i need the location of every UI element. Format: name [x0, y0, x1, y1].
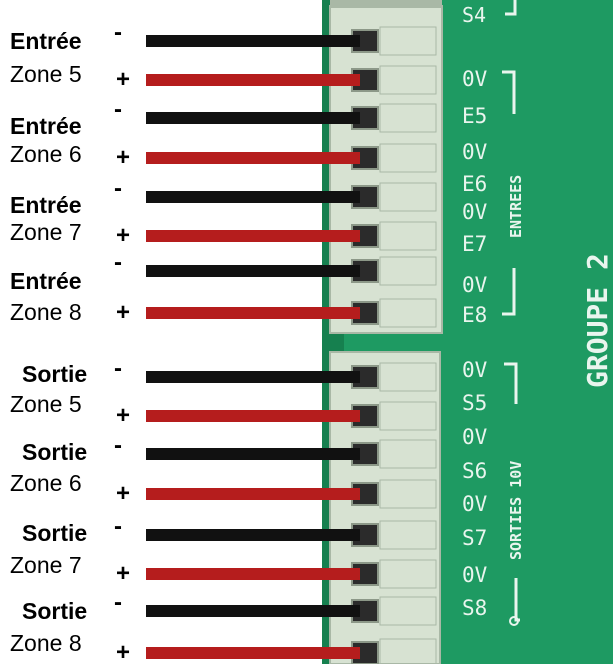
terminal-zone: Zone 8 — [10, 299, 82, 325]
terminal-title: Entrée — [10, 113, 82, 139]
positive-sign: + — [116, 299, 131, 326]
terminal-zone: Zone 7 — [10, 219, 82, 245]
terminal-zone: Zone 6 — [10, 470, 82, 496]
terminal-title: Sortie — [22, 361, 88, 387]
terminal-title: Sortie — [22, 520, 88, 546]
positive-sign: + — [116, 560, 131, 587]
terminal-zone: Zone 6 — [10, 141, 82, 167]
terminal-zone: Zone 5 — [10, 391, 82, 417]
negative-sign: - — [114, 175, 122, 202]
positive-sign: + — [116, 639, 131, 666]
negative-sign: - — [114, 432, 122, 459]
wire-labels: Entrée Zone 5- + Entrée Zone 6- + Entrée Zone 7… — [0, 0, 613, 666]
positive-sign: + — [116, 144, 131, 171]
terminal-title: Entrée — [10, 28, 82, 54]
terminal-title: Entrée — [10, 268, 82, 294]
positive-sign: + — [116, 402, 131, 429]
negative-sign: - — [114, 19, 122, 46]
terminal-title: Sortie — [22, 439, 88, 465]
terminal-title: Entrée — [10, 192, 82, 218]
negative-sign: - — [114, 249, 122, 276]
terminal-zone: Zone 8 — [10, 630, 82, 656]
negative-sign: - — [114, 513, 122, 540]
negative-sign: - — [114, 96, 122, 123]
negative-sign: - — [114, 355, 122, 382]
terminal-title: Sortie — [22, 598, 88, 624]
positive-sign: + — [116, 66, 131, 93]
positive-sign: + — [116, 222, 131, 249]
terminal-zone: Zone 5 — [10, 61, 82, 87]
terminal-zone: Zone 7 — [10, 552, 82, 578]
positive-sign: + — [116, 480, 131, 507]
negative-sign: - — [114, 589, 122, 616]
